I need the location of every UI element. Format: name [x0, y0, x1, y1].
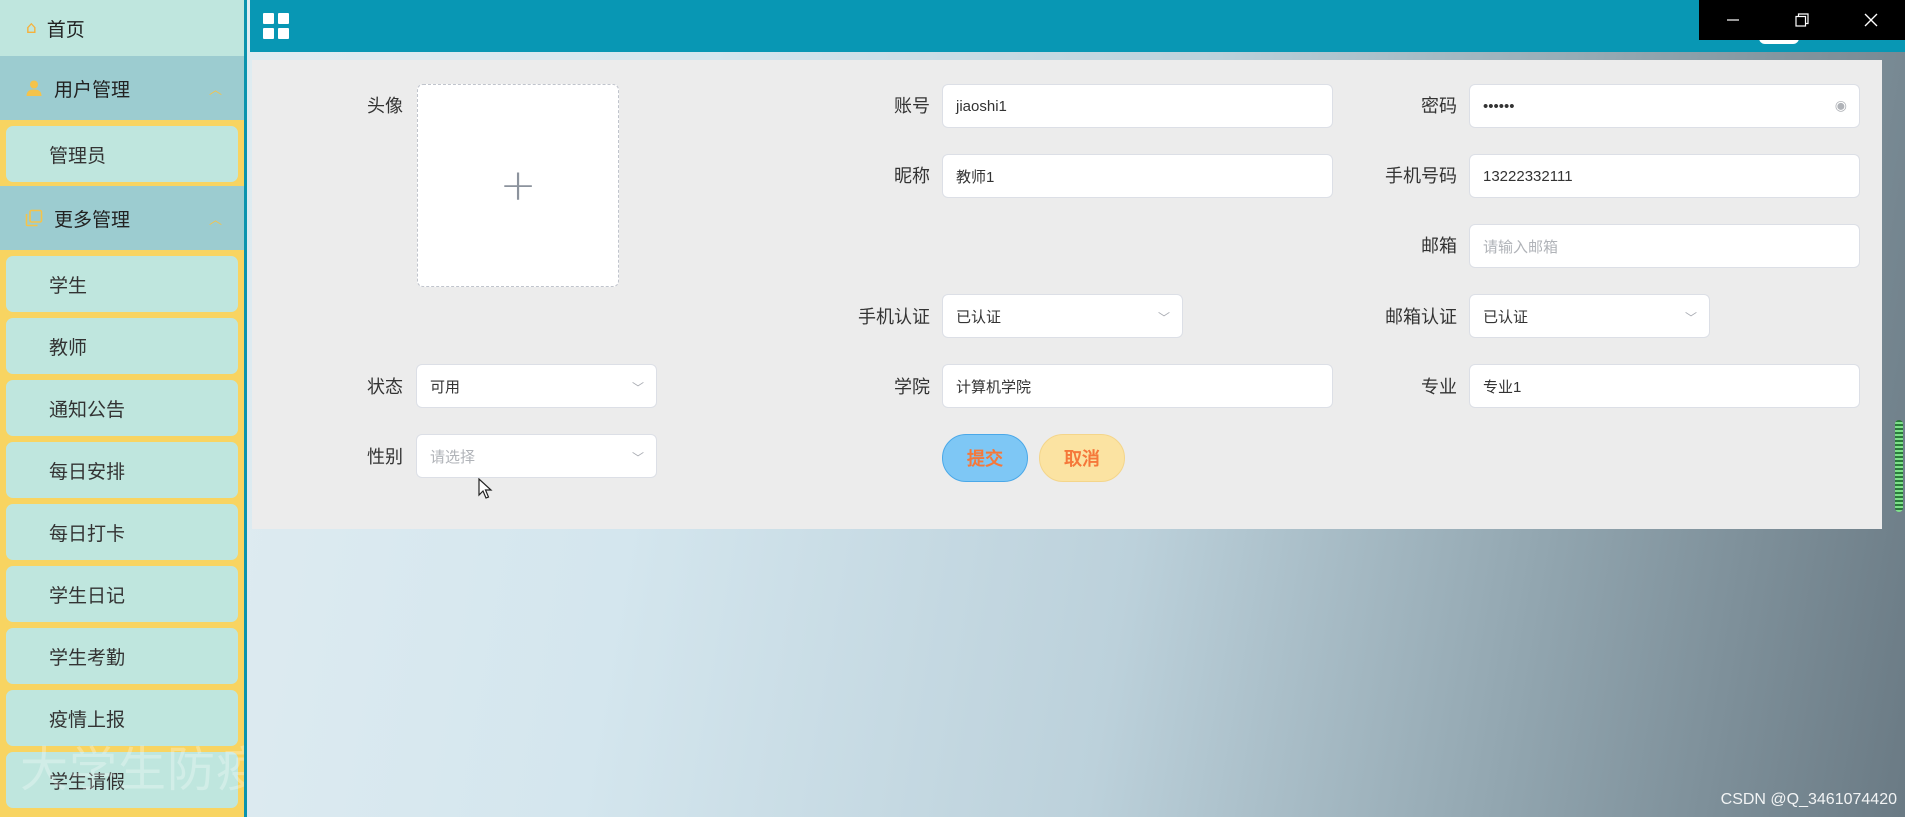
- chevron-down-icon: ﹀: [1157, 311, 1170, 325]
- phone-verify-label: 手机认证: [858, 307, 930, 328]
- chevron-down-icon: ﹀: [631, 451, 644, 465]
- avatar-upload[interactable]: +: [417, 84, 619, 287]
- email-verify-label: 邮箱认证: [1385, 307, 1457, 328]
- chevron-up-icon: ︿: [208, 212, 222, 228]
- sidebar-item-label: 疫情上报: [49, 708, 126, 731]
- status-label: 状态: [367, 377, 403, 398]
- sidebar-item-label: 学生日记: [49, 584, 126, 607]
- account-label: 账号: [894, 96, 930, 117]
- sidebar-item-students[interactable]: 学生: [6, 256, 238, 312]
- email-input[interactable]: 请输入邮箱: [1469, 224, 1860, 268]
- account-input[interactable]: jiaoshi1: [942, 84, 1333, 128]
- minimize-icon[interactable]: [1711, 0, 1755, 40]
- nickname-label: 昵称: [894, 166, 930, 187]
- major-value: 专业1: [1483, 378, 1522, 396]
- password-input[interactable]: •••••• ◉: [1469, 84, 1860, 128]
- avatar-label: 头像: [367, 96, 403, 117]
- mouse-cursor-icon: [478, 477, 494, 505]
- sidebar-item-student-attendance[interactable]: 学生考勤: [6, 628, 238, 684]
- sidebar-group-header-more-management[interactable]: 更多管理 ︿: [0, 186, 244, 250]
- teacher-edit-form: 头像 + 账号 jiaoshi1 密码 •••••• ◉ 昵称 教师1 手机号码…: [252, 60, 1882, 529]
- phone-input[interactable]: 13222332111: [1469, 154, 1860, 198]
- window-controls: [1699, 0, 1905, 40]
- sidebar-item-label: 学生考勤: [49, 646, 126, 669]
- sidebar-group-header-user-management[interactable]: 用户管理 ︿: [0, 56, 244, 120]
- college-input[interactable]: 计算机学院: [942, 364, 1333, 408]
- password-label: 密码: [1421, 96, 1457, 117]
- chevron-down-icon: ﹀: [631, 381, 644, 395]
- college-label: 学院: [894, 377, 930, 398]
- plus-icon: +: [499, 160, 537, 211]
- phone-verify-select[interactable]: 已认证 ﹀: [942, 294, 1183, 338]
- restore-icon[interactable]: [1780, 0, 1824, 40]
- cancel-button[interactable]: 取消: [1039, 434, 1125, 482]
- sidebar-group-user-management: 用户管理 ︿ 管理员: [0, 56, 244, 186]
- status-select[interactable]: 可用 ﹀: [416, 364, 657, 408]
- nickname-value: 教师1: [956, 168, 995, 186]
- sidebar-item-daily-schedule[interactable]: 每日安排: [6, 442, 238, 498]
- credit-watermark: CSDN @Q_3461074420: [1720, 791, 1897, 808]
- phone-value: 13222332111: [1483, 167, 1573, 185]
- sidebar-item-teachers[interactable]: 教师: [6, 318, 238, 374]
- sidebar-group-label: 用户管理: [54, 78, 131, 101]
- home-icon: ⌂: [26, 18, 37, 38]
- sidebar-group-more-management: 更多管理 ︿ 学生 教师 通知公告 每日安排 每日打卡 学生日记 学生考勤 疫情…: [0, 186, 244, 808]
- email-label: 邮箱: [1421, 236, 1457, 257]
- nickname-input[interactable]: 教师1: [942, 154, 1333, 198]
- sidebar: ⌂ 首页 用户管理 ︿ 管理员 更多管理 ︿ 学生 教师 通知公告 每日安排 每…: [0, 0, 247, 817]
- email-placeholder: 请输入邮箱: [1483, 238, 1559, 256]
- copy-icon: [24, 209, 44, 227]
- chevron-down-icon: ﹀: [1684, 311, 1697, 325]
- phone-verify-value: 已认证: [956, 308, 1002, 326]
- sidebar-item-label: 每日安排: [49, 460, 126, 483]
- gender-label: 性别: [367, 447, 403, 468]
- password-value: ••••••: [1483, 97, 1515, 115]
- sidebar-item-notices[interactable]: 通知公告: [6, 380, 238, 436]
- app-grid-icon[interactable]: [263, 13, 289, 39]
- sidebar-item-daily-checkin[interactable]: 每日打卡: [6, 504, 238, 560]
- sidebar-item-epidemic-report[interactable]: 疫情上报: [6, 690, 238, 746]
- sidebar-item-label: 通知公告: [49, 398, 126, 421]
- sidebar-item-admin[interactable]: 管理员: [6, 126, 238, 182]
- major-input[interactable]: 专业1: [1469, 364, 1860, 408]
- submit-button[interactable]: 提交: [942, 434, 1028, 482]
- sidebar-item-label: 管理员: [49, 144, 107, 167]
- sidebar-item-student-leave[interactable]: 学生请假: [6, 752, 238, 808]
- sidebar-item-label: 学生请假: [49, 770, 126, 793]
- status-value: 可用: [430, 378, 461, 396]
- sidebar-item-label: 教师: [49, 336, 88, 359]
- phone-label: 手机号码: [1385, 166, 1457, 187]
- account-value: jiaoshi1: [956, 97, 1007, 115]
- gender-placeholder: 请选择: [430, 448, 476, 466]
- college-value: 计算机学院: [956, 378, 1032, 396]
- sidebar-group-label: 更多管理: [54, 208, 131, 231]
- email-verify-value: 已认证: [1483, 308, 1529, 326]
- close-icon[interactable]: [1849, 0, 1893, 40]
- gender-select[interactable]: 请选择 ﹀: [416, 434, 657, 478]
- chevron-up-icon: ︿: [208, 82, 222, 98]
- eye-icon[interactable]: ◉: [1835, 97, 1847, 114]
- sidebar-item-student-diary[interactable]: 学生日记: [6, 566, 238, 622]
- major-label: 专业: [1421, 377, 1457, 398]
- user-icon: [24, 79, 44, 97]
- sidebar-item-home[interactable]: ⌂ 首页: [0, 0, 244, 56]
- top-bar: [250, 0, 1905, 52]
- sidebar-item-label: 每日打卡: [49, 522, 126, 545]
- sidebar-item-label: 学生: [49, 274, 88, 297]
- sidebar-item-label: 首页: [46, 18, 85, 41]
- scroll-indicator[interactable]: [1895, 420, 1903, 512]
- email-verify-select[interactable]: 已认证 ﹀: [1469, 294, 1710, 338]
